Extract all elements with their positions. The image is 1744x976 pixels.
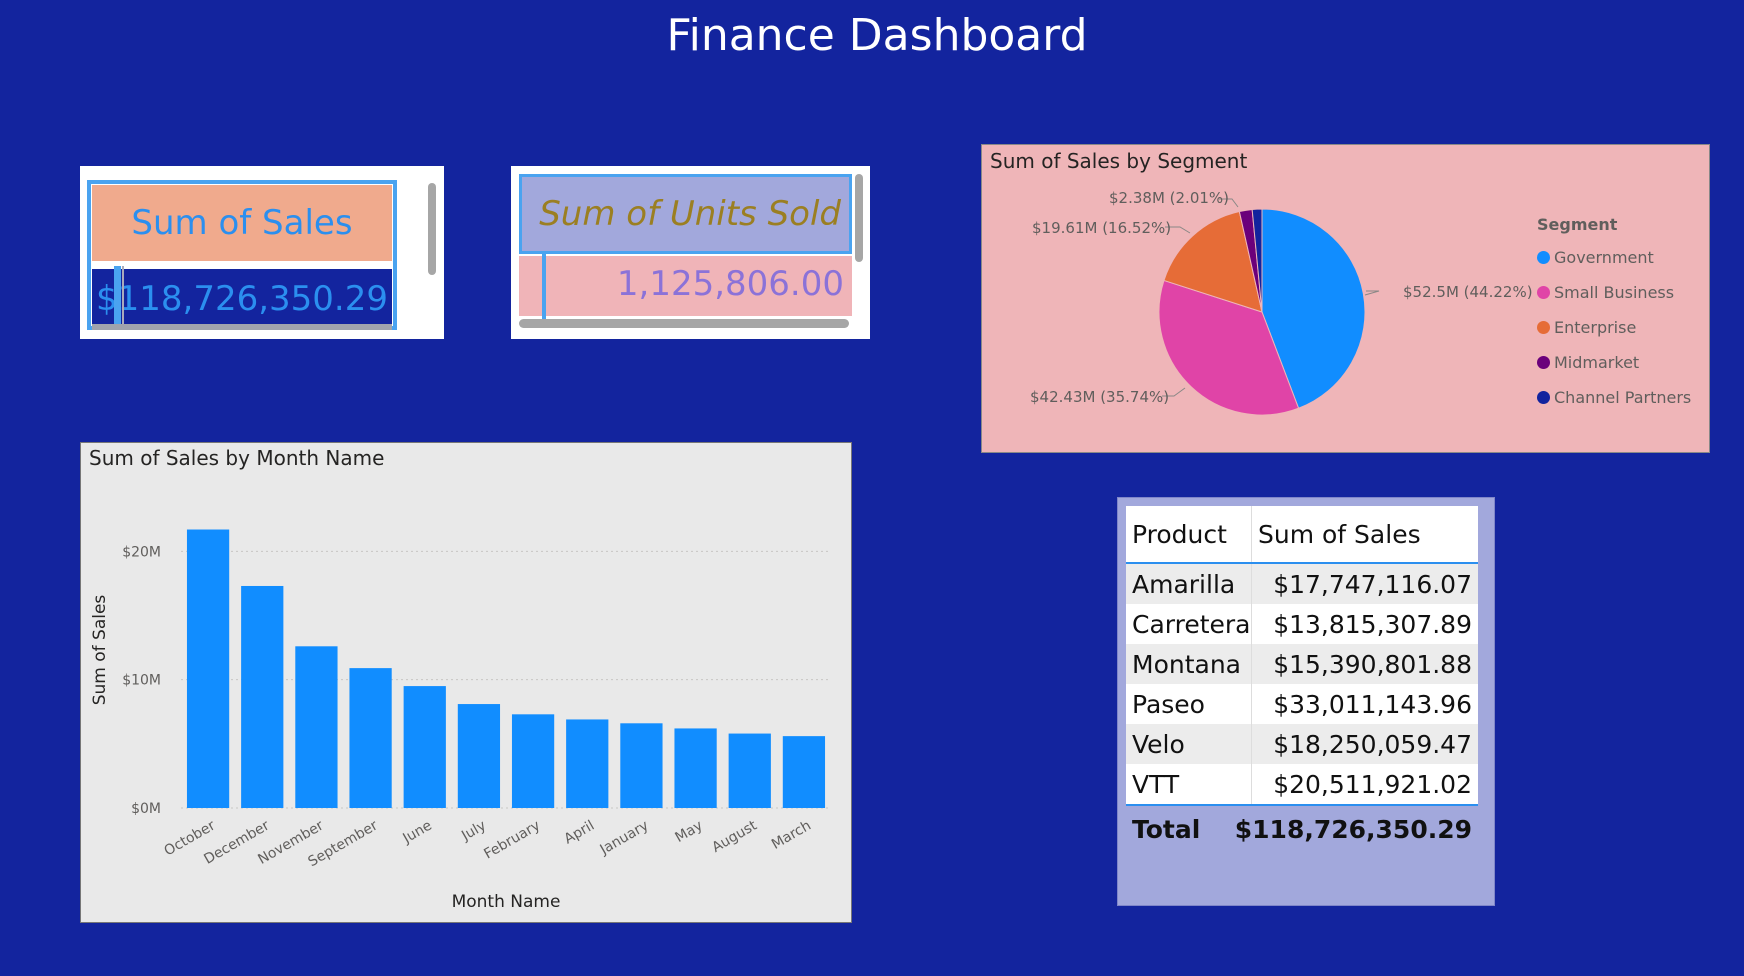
table-row[interactable]: Paseo $33,011,143.96 bbox=[1126, 684, 1478, 724]
kpi-units-label-text: Sum of Units Sold bbox=[539, 194, 841, 234]
bar-october[interactable] bbox=[186, 529, 230, 808]
cell-sales: $17,747,116.07 bbox=[1273, 569, 1472, 599]
table-row[interactable]: Velo $18,250,059.47 bbox=[1126, 724, 1478, 764]
bar-february[interactable] bbox=[511, 714, 555, 808]
product-sales-table-card[interactable]: Product Sum of Sales Amarilla $17,747,116… bbox=[1117, 497, 1495, 906]
table-row[interactable]: Amarilla $17,747,116.07 bbox=[1126, 564, 1478, 604]
cell-sales: $33,011,143.96 bbox=[1273, 689, 1472, 719]
x-tick-label: July bbox=[458, 818, 489, 845]
kpi-units-value: 1,125,806.00 bbox=[616, 264, 844, 304]
pie-label-enterprise: $19.61M (16.52%) bbox=[1032, 219, 1172, 237]
legend-title: Segment bbox=[1537, 215, 1618, 234]
legend-dot bbox=[1537, 251, 1550, 264]
pie-legend: Segment Government Small Business Enterp… bbox=[1537, 215, 1691, 415]
cell-product: VTT bbox=[1126, 764, 1252, 804]
bar-september[interactable] bbox=[349, 668, 392, 808]
legend-label: Channel Partners bbox=[1554, 388, 1692, 407]
x-tick-label: April bbox=[562, 818, 598, 848]
bar-april[interactable] bbox=[566, 719, 609, 808]
cell-sales: $20,511,921.02 bbox=[1273, 769, 1472, 799]
table-row[interactable]: VTT $20,511,921.02 bbox=[1126, 764, 1478, 804]
legend-dot bbox=[1537, 356, 1550, 369]
vertical-scrollbar[interactable] bbox=[428, 183, 436, 275]
x-tick-label: January bbox=[597, 818, 652, 859]
kpi-sales-label: Sum of Sales bbox=[92, 185, 392, 261]
table-total-row: Total $118,726,350.29 bbox=[1126, 806, 1478, 852]
kpi-units-card[interactable]: Sum of Units Sold 1,125,806.00 bbox=[511, 166, 870, 339]
pie-leader-line bbox=[1364, 290, 1380, 296]
header-product[interactable]: Product bbox=[1126, 506, 1252, 562]
pie-label-small-business: $42.43M (35.74%) bbox=[1030, 388, 1170, 406]
pie-label-midmarket: $2.38M (2.01%) bbox=[1109, 189, 1230, 207]
cell-sales: $18,250,059.47 bbox=[1273, 729, 1472, 759]
total-label: Total bbox=[1132, 814, 1201, 844]
x-tick-label: February bbox=[481, 818, 543, 863]
product-sales-table: Product Sum of Sales Amarilla $17,747,116… bbox=[1126, 506, 1478, 852]
kpi-units-label: Sum of Units Sold bbox=[519, 174, 852, 254]
y-tick-label: $20M bbox=[122, 544, 161, 560]
total-value: $118,726,350.29 bbox=[1234, 814, 1472, 844]
kpi-sales-value-box: $118,726,350.29 bbox=[92, 269, 392, 327]
table-row[interactable]: Montana $15,390,801.88 bbox=[1126, 644, 1478, 684]
kpi-units-value-box: 1,125,806.00 bbox=[519, 256, 852, 316]
vertical-scrollbar[interactable] bbox=[855, 174, 863, 262]
legend-item-government[interactable]: Government bbox=[1537, 240, 1691, 275]
cell-product: Amarilla bbox=[1126, 564, 1252, 604]
header-sum-of-sales[interactable]: Sum of Sales bbox=[1252, 506, 1478, 562]
legend-label: Midmarket bbox=[1554, 353, 1640, 372]
table-body: Amarilla $17,747,116.07 Carretera $13,815,… bbox=[1126, 564, 1478, 806]
cell-product: Carretera bbox=[1126, 604, 1252, 644]
x-tick-label: August bbox=[709, 817, 760, 856]
x-tick-label: May bbox=[673, 818, 706, 846]
cell-sales: $13,815,307.89 bbox=[1273, 609, 1472, 639]
segment-pie-chart-card[interactable]: Sum of Sales by Segment $2.38M (2.01%) $… bbox=[981, 144, 1710, 453]
x-tick-label: June bbox=[399, 818, 434, 848]
cell-product: Velo bbox=[1126, 724, 1252, 764]
column-resize-handle[interactable] bbox=[114, 266, 121, 330]
x-tick-label: March bbox=[769, 818, 814, 853]
bar-june[interactable] bbox=[403, 686, 446, 808]
bar-july[interactable] bbox=[457, 704, 501, 808]
horizontal-scrollbar[interactable] bbox=[519, 319, 849, 328]
bar-march[interactable] bbox=[782, 736, 826, 808]
legend-item-small-business[interactable]: Small Business bbox=[1537, 275, 1691, 310]
kpi-sales-card[interactable]: Sum of Sales $118,726,350.29 bbox=[80, 166, 444, 339]
month-bar-chart: $0M$10M$20MOctoberDecemberNovemberSeptem… bbox=[90, 529, 831, 912]
month-bar-chart-card[interactable]: Sum of Sales by Month Name $0M $10M $20M Oc… bbox=[80, 442, 852, 923]
column-resize-handle[interactable] bbox=[542, 254, 546, 320]
bar-may[interactable] bbox=[674, 728, 717, 808]
column-divider bbox=[122, 266, 124, 330]
dashboard-title: Finance Dashboard bbox=[666, 10, 1088, 61]
table-header-row: Product Sum of Sales bbox=[1126, 506, 1478, 564]
legend-item-channel-partners[interactable]: Channel Partners bbox=[1537, 380, 1691, 415]
kpi-sales-value: $118,726,350.29 bbox=[95, 279, 388, 319]
legend-label: Small Business bbox=[1554, 283, 1675, 302]
y-tick-label: $0M bbox=[131, 801, 161, 817]
x-axis-title: Month Name bbox=[452, 892, 561, 912]
y-axis-title: Sum of Sales bbox=[90, 595, 110, 706]
legend-item-midmarket[interactable]: Midmarket bbox=[1537, 345, 1691, 380]
cell-sales: $15,390,801.88 bbox=[1273, 649, 1472, 679]
cell-product: Paseo bbox=[1126, 684, 1252, 724]
legend-dot bbox=[1537, 391, 1550, 404]
bar-january[interactable] bbox=[620, 723, 663, 808]
legend-label: Government bbox=[1554, 248, 1654, 267]
table-row[interactable]: Carretera $13,815,307.89 bbox=[1126, 604, 1478, 644]
legend-dot bbox=[1537, 286, 1550, 299]
bar-december[interactable] bbox=[241, 585, 284, 808]
legend-item-enterprise[interactable]: Enterprise bbox=[1537, 310, 1691, 345]
cell-product: Montana bbox=[1126, 644, 1252, 684]
bar-november[interactable] bbox=[295, 646, 338, 808]
legend-dot bbox=[1537, 321, 1550, 334]
pie-label-government: $52.5M (44.22%) bbox=[1403, 283, 1533, 301]
y-tick-label: $10M bbox=[122, 673, 161, 689]
bar-august[interactable] bbox=[728, 733, 771, 808]
horizontal-scrollbar[interactable] bbox=[92, 324, 392, 330]
legend-label: Enterprise bbox=[1554, 318, 1637, 337]
